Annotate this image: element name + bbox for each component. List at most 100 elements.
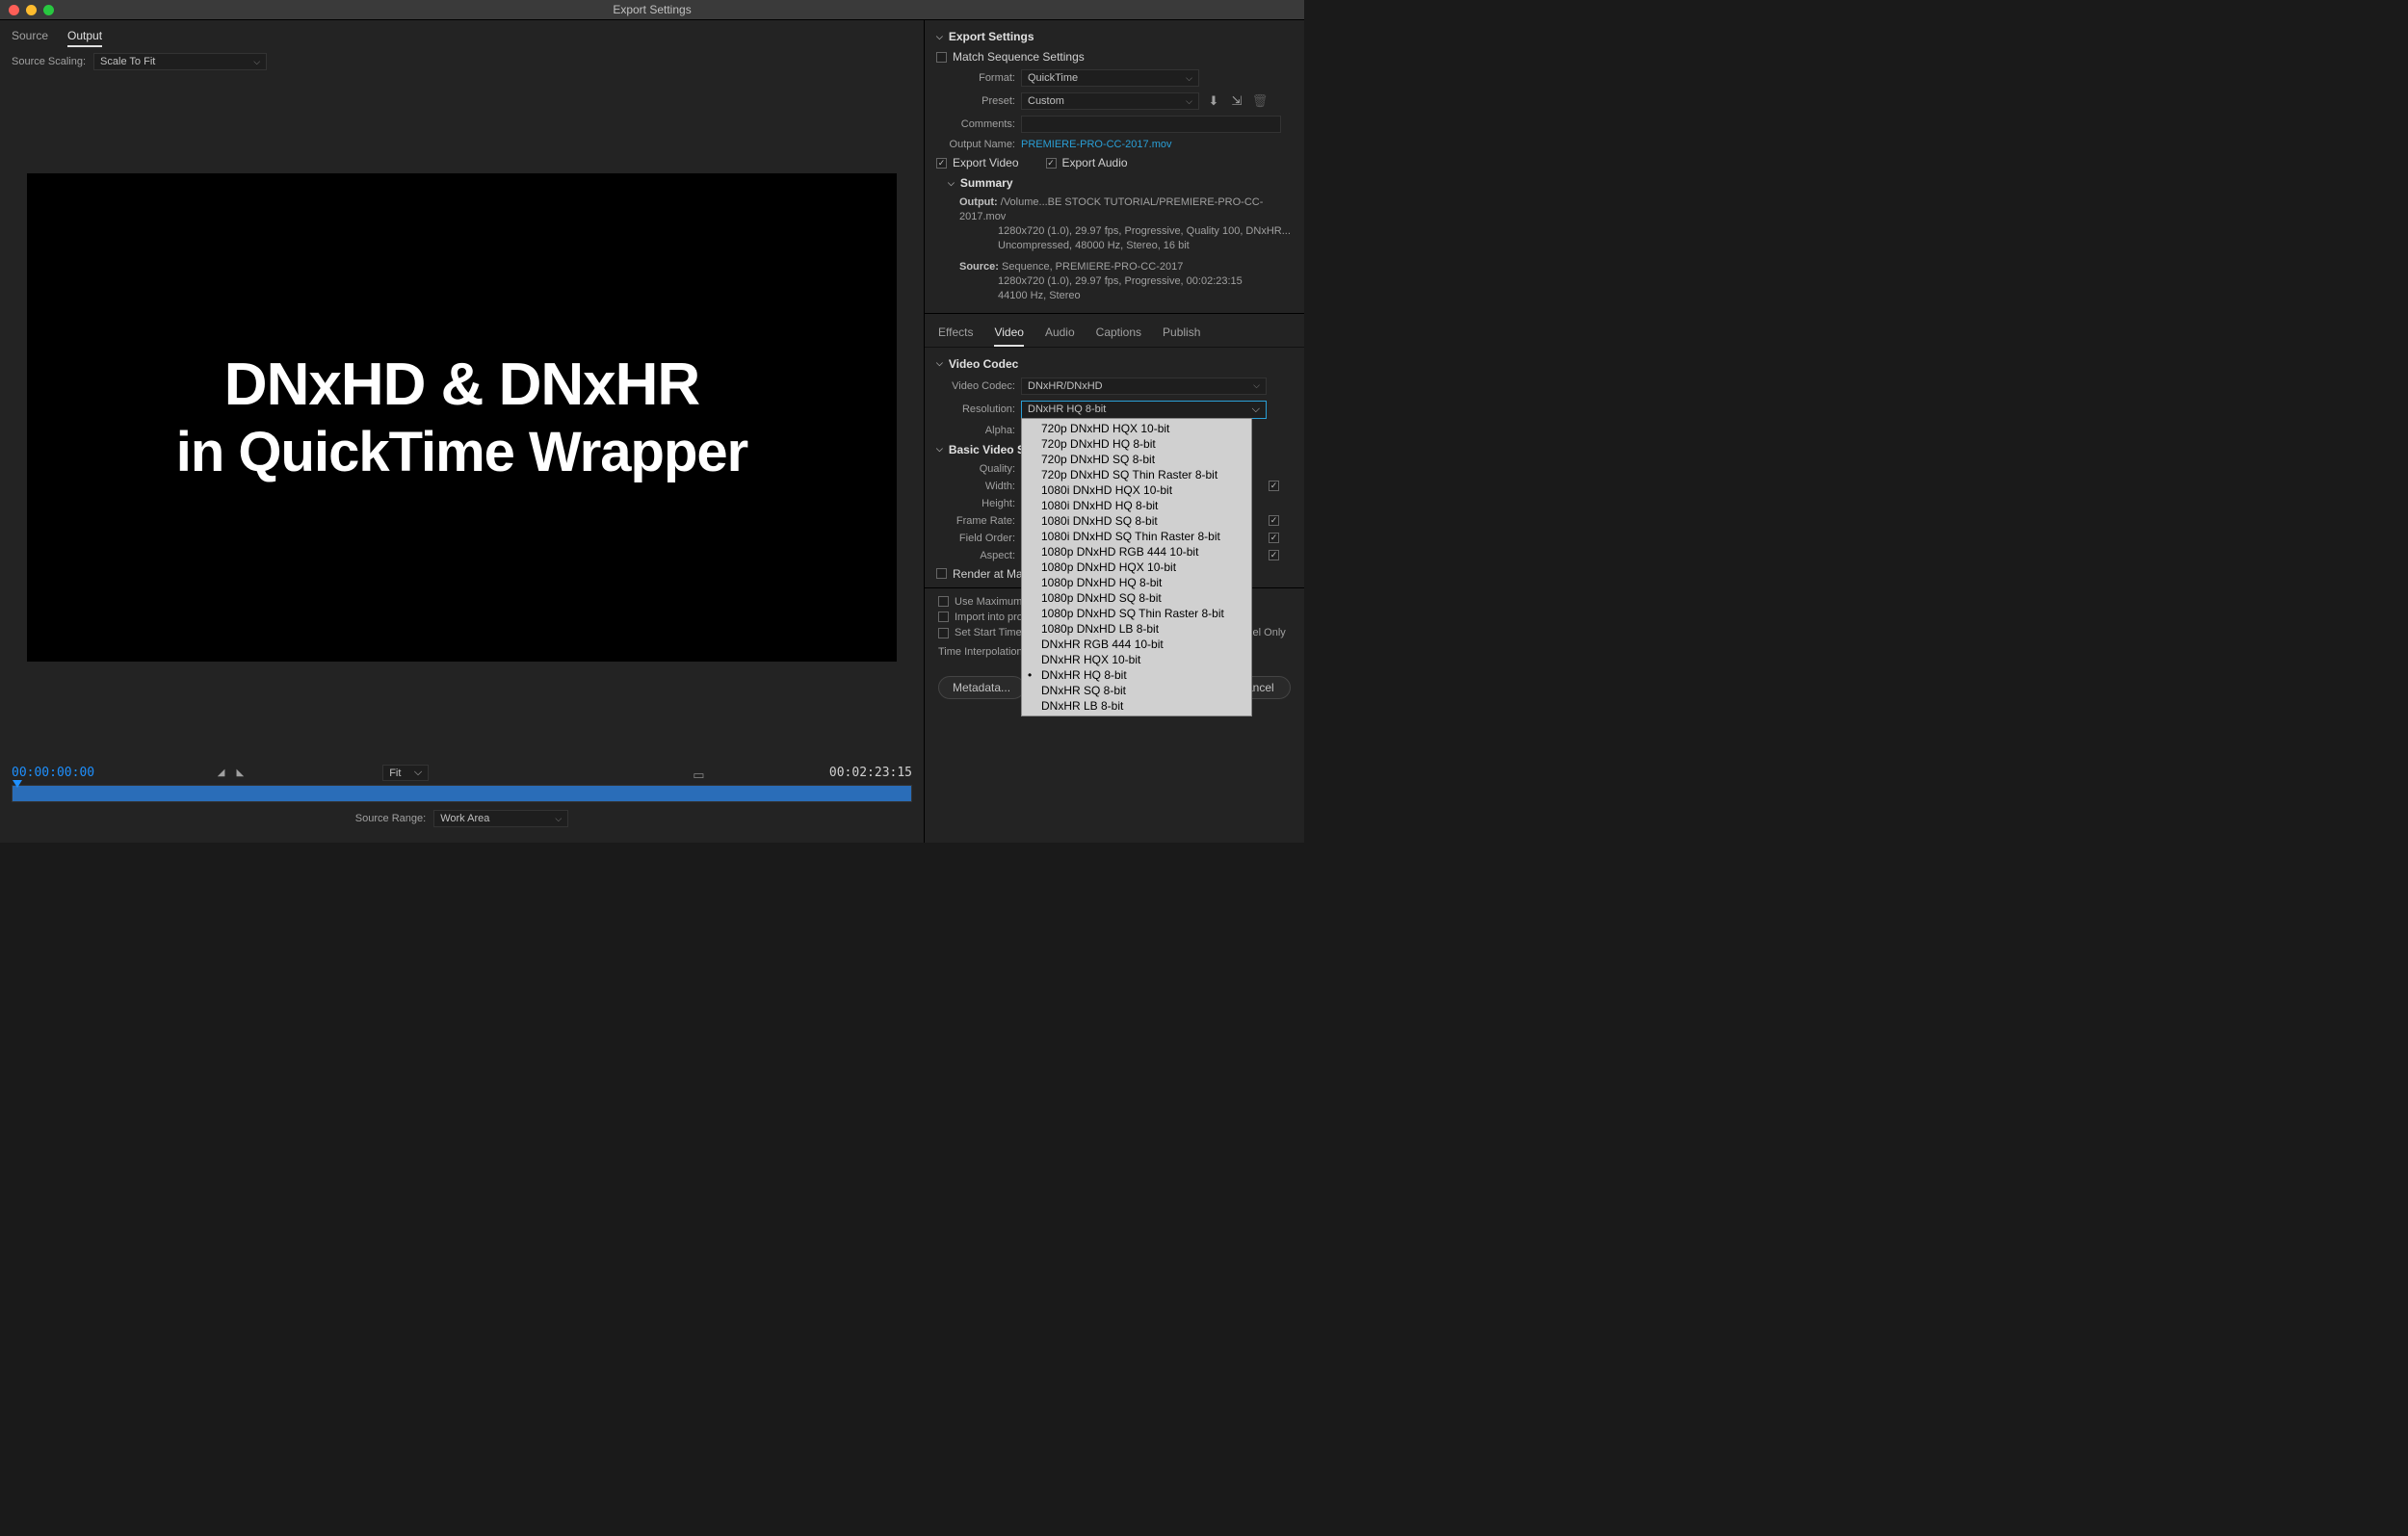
chevron-down-icon: ⌵ [1253, 380, 1260, 391]
resolution-option[interactable]: 720p DNxHD SQ Thin Raster 8-bit [1022, 467, 1251, 482]
quality-label: Quality: [936, 463, 1015, 475]
chevron-down-icon: ⌵ [936, 32, 943, 42]
tab-effects[interactable]: Effects [938, 322, 973, 347]
aspect-label: Aspect: [936, 550, 1015, 561]
resolution-option[interactable]: 720p DNxHD HQ 8-bit [1022, 436, 1251, 452]
preview-text-line1: DNxHD & DNxHR [224, 351, 699, 419]
preview-tabs: Source Output [0, 20, 924, 47]
chevron-down-icon: ⌵ [555, 814, 562, 824]
settings-panel: ⌵ Export Settings Match Sequence Setting… [924, 20, 1304, 843]
timecode-start[interactable]: 00:00:00:00 [12, 766, 94, 780]
window-title: Export Settings [613, 3, 691, 16]
zoom-fit-select[interactable]: Fit⌵ [382, 765, 429, 781]
match-sequence-checkbox[interactable] [936, 52, 947, 63]
timeline-range [13, 786, 911, 801]
video-codec-select[interactable]: DNxHR/DNxHD⌵ [1021, 377, 1267, 395]
tab-source[interactable]: Source [12, 26, 48, 47]
chevron-down-icon: ⌵ [1252, 404, 1260, 416]
export-settings-window: Export Settings Source Output Source Sca… [0, 0, 1304, 843]
alpha-label: Alpha: [936, 425, 1015, 436]
output-name-label: Output Name: [936, 139, 1015, 150]
source-range-select[interactable]: Work Area⌵ [433, 810, 568, 827]
preview-panel: Source Output Source Scaling: Scale To F… [0, 20, 924, 843]
source-range-label: Source Range: [355, 813, 426, 824]
chevron-down-icon: ⌵ [414, 767, 422, 779]
tab-video[interactable]: Video [994, 322, 1023, 347]
output-name-link[interactable]: PREMIERE-PRO-CC-2017.mov [1021, 139, 1171, 150]
resolution-option[interactable]: 1080i DNxHD SQ 8-bit [1022, 513, 1251, 529]
resolution-option[interactable]: DNxHR HQX 10-bit [1022, 652, 1251, 667]
save-preset-icon[interactable]: ⬇ [1205, 92, 1222, 110]
format-label: Format: [936, 72, 1015, 84]
export-audio-label: Export Audio [1062, 156, 1128, 169]
resolution-option[interactable]: 720p DNxHD HQX 10-bit [1022, 421, 1251, 436]
field-order-label: Field Order: [936, 533, 1015, 544]
resolution-option[interactable]: 1080i DNxHD SQ Thin Raster 8-bit [1022, 529, 1251, 544]
tab-audio[interactable]: Audio [1045, 322, 1075, 347]
resolution-option[interactable]: DNxHR LB 8-bit [1022, 698, 1251, 714]
export-audio-checkbox[interactable] [1046, 158, 1057, 169]
chevron-down-icon: ⌵ [1186, 73, 1192, 84]
import-preset-icon[interactable]: ⇲ [1228, 92, 1245, 110]
render-max-depth-checkbox[interactable] [936, 568, 947, 579]
delete-preset-icon[interactable]: 🗑 [1251, 92, 1269, 110]
resolution-option[interactable]: DNxHR RGB 444 10-bit [1022, 637, 1251, 652]
match-sequence-label: Match Sequence Settings [953, 50, 1085, 64]
resolution-select[interactable]: DNxHR HQ 8-bit⌵ [1021, 401, 1267, 419]
width-height-link-checkbox[interactable] [1269, 481, 1279, 491]
timeline: 00:00:00:00 ◢ ◣ Fit⌵ ▭ 00:02:23:15 [0, 759, 924, 843]
mark-in-icon[interactable]: ◢ [218, 768, 225, 778]
main-content: Source Output Source Scaling: Scale To F… [0, 20, 1304, 843]
chevron-down-icon: ⌵ [1186, 96, 1192, 107]
video-codec-label: Video Codec: [936, 380, 1015, 392]
mark-out-icon[interactable]: ◣ [237, 768, 245, 778]
tab-captions[interactable]: Captions [1096, 322, 1141, 347]
aspect-ratio-overlay-icon[interactable]: ▭ [693, 768, 706, 779]
resolution-option[interactable]: 1080i DNxHD HQX 10-bit [1022, 482, 1251, 498]
resolution-option[interactable]: DNxHR SQ 8-bit [1022, 683, 1251, 698]
resolution-option[interactable]: 1080p DNxHD HQX 10-bit [1022, 560, 1251, 575]
frame-rate-label: Frame Rate: [936, 515, 1015, 527]
source-scaling-row: Source Scaling: Scale To Fit⌵ [0, 47, 924, 76]
playhead-icon[interactable] [13, 780, 22, 788]
frame-rate-match-checkbox[interactable] [1269, 515, 1279, 526]
time-interpolation-label: Time Interpolation: [938, 646, 1026, 658]
resolution-option[interactable]: 1080p DNxHD RGB 444 10-bit [1022, 544, 1251, 560]
minimize-icon[interactable] [26, 5, 37, 15]
comments-label: Comments: [936, 118, 1015, 130]
resolution-option[interactable]: 1080p DNxHD LB 8-bit [1022, 621, 1251, 637]
summary-output: Output: /Volume...BE STOCK TUTORIAL/PREM… [936, 194, 1293, 258]
height-label: Height: [936, 498, 1015, 509]
use-max-render-checkbox[interactable] [938, 596, 949, 607]
resolution-option[interactable]: 1080p DNxHD SQ 8-bit [1022, 590, 1251, 606]
export-video-checkbox[interactable] [936, 158, 947, 169]
import-into-project-checkbox[interactable] [938, 612, 949, 622]
resolution-dropdown-menu: 720p DNxHD HQX 10-bit720p DNxHD HQ 8-bit… [1021, 418, 1252, 716]
resolution-option[interactable]: 1080i DNxHD HQ 8-bit [1022, 498, 1251, 513]
maximize-icon[interactable] [43, 5, 54, 15]
aspect-match-checkbox[interactable] [1269, 550, 1279, 560]
metadata-button[interactable]: Metadata... [938, 676, 1025, 699]
source-scaling-select[interactable]: Scale To Fit⌵ [93, 53, 267, 70]
export-settings-section-header[interactable]: ⌵ Export Settings [936, 26, 1293, 47]
chevron-down-icon: ⌵ [948, 178, 955, 189]
resolution-option[interactable]: 1080p DNxHD HQ 8-bit [1022, 575, 1251, 590]
source-scaling-label: Source Scaling: [12, 56, 86, 67]
field-order-match-checkbox[interactable] [1269, 533, 1279, 543]
format-select[interactable]: QuickTime⌵ [1021, 69, 1199, 87]
tab-publish[interactable]: Publish [1163, 322, 1200, 347]
video-codec-section-header[interactable]: ⌵ Video Codec [936, 353, 1293, 375]
set-start-timecode-checkbox[interactable] [938, 628, 949, 638]
tab-output[interactable]: Output [67, 26, 102, 47]
close-icon[interactable] [9, 5, 19, 15]
summary-section-header[interactable]: ⌵ Summary [936, 172, 1293, 194]
traffic-lights [0, 5, 54, 15]
settings-tabs: Effects Video Audio Captions Publish [925, 313, 1304, 348]
comments-input[interactable] [1021, 116, 1281, 133]
resolution-option[interactable]: 1080p DNxHD SQ Thin Raster 8-bit [1022, 606, 1251, 621]
timeline-track[interactable] [12, 785, 912, 802]
resolution-option[interactable]: 720p DNxHD SQ 8-bit [1022, 452, 1251, 467]
resolution-option[interactable]: DNxHR HQ 8-bit [1022, 667, 1251, 683]
width-label: Width: [936, 481, 1015, 492]
preset-select[interactable]: Custom⌵ [1021, 92, 1199, 110]
